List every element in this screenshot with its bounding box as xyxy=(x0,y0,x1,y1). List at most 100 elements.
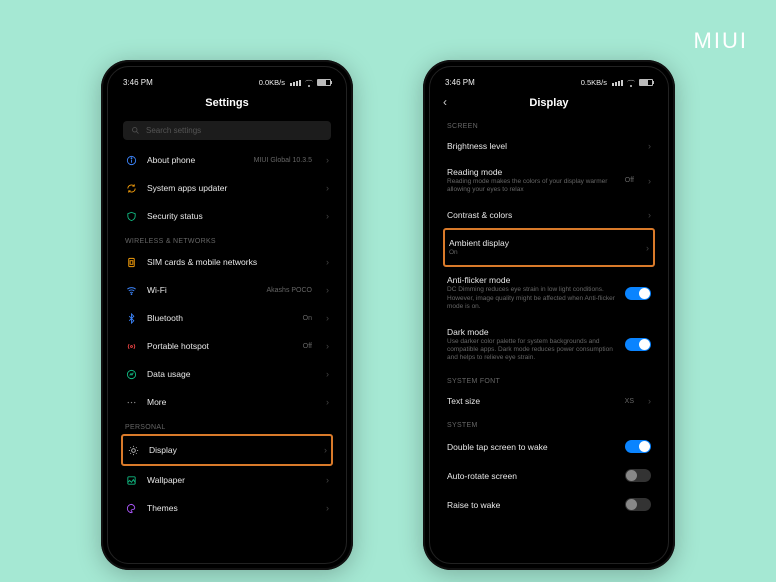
chevron-right-icon: › xyxy=(326,211,329,221)
chevron-right-icon: › xyxy=(648,210,651,220)
row-subtitle: Use darker color palette for system back… xyxy=(447,338,615,362)
palette-icon xyxy=(125,502,137,514)
search-placeholder: Search settings xyxy=(146,126,201,135)
row-subtitle: On xyxy=(449,249,619,257)
wifi-icon xyxy=(305,79,313,87)
row-sim[interactable]: SIM cards & mobile networks › xyxy=(113,248,341,276)
info-icon xyxy=(125,154,137,166)
section-screen: SCREEN xyxy=(435,115,663,133)
signal-icon xyxy=(290,80,301,86)
row-ambient-display[interactable]: Ambient display On › xyxy=(445,230,653,265)
row-label: Data usage xyxy=(147,369,316,379)
bluetooth-icon xyxy=(125,312,137,324)
row-label: Security status xyxy=(147,211,316,221)
shield-icon xyxy=(125,210,137,222)
row-about-phone[interactable]: About phone MIUI Global 10.3.5 › xyxy=(113,146,341,174)
section-wireless: WIRELESS & NETWORKS xyxy=(113,230,341,248)
row-value: MIUI Global 10.3.5 xyxy=(254,157,312,164)
search-icon xyxy=(131,126,140,135)
row-label: Bluetooth xyxy=(147,313,293,323)
row-label: About phone xyxy=(147,155,244,165)
status-bar: 3:46 PM 0.0KB/s xyxy=(113,72,341,91)
row-double-tap[interactable]: Double tap screen to wake xyxy=(435,432,663,461)
row-subtitle: DC Dimming reduces eye strain in low lig… xyxy=(447,286,615,310)
row-auto-rotate[interactable]: Auto-rotate screen xyxy=(435,461,663,490)
toggle-double-tap[interactable] xyxy=(625,440,651,453)
chevron-right-icon: › xyxy=(326,257,329,267)
sim-icon xyxy=(125,256,137,268)
battery-icon xyxy=(317,79,331,86)
page-title: Settings xyxy=(205,97,248,109)
row-label: SIM cards & mobile networks xyxy=(147,257,316,267)
row-value: XS xyxy=(625,398,634,405)
row-display[interactable]: Display › xyxy=(123,436,331,464)
row-contrast[interactable]: Contrast & colors › xyxy=(435,202,663,228)
row-label: Reading mode Reading mode makes the colo… xyxy=(447,167,615,194)
battery-icon xyxy=(639,79,653,86)
section-system: SYSTEM xyxy=(435,414,663,432)
back-button[interactable]: ‹ xyxy=(443,95,447,109)
chevron-right-icon: › xyxy=(326,313,329,323)
toggle-dark-mode[interactable] xyxy=(625,338,651,351)
chevron-right-icon: › xyxy=(326,341,329,351)
wifi-icon xyxy=(125,284,137,296)
row-value: Off xyxy=(625,177,634,184)
row-label: Portable hotspot xyxy=(147,341,293,351)
row-system-updater[interactable]: System apps updater › xyxy=(113,174,341,202)
chevron-right-icon: › xyxy=(326,155,329,165)
row-themes[interactable]: Themes › xyxy=(113,494,341,522)
chevron-right-icon: › xyxy=(648,141,651,151)
chevron-right-icon: › xyxy=(326,369,329,379)
row-text-size[interactable]: Text size XS › xyxy=(435,388,663,414)
signal-icon xyxy=(612,80,623,86)
row-dark-mode[interactable]: Dark mode Use darker color palette for s… xyxy=(435,319,663,370)
row-label: Contrast & colors xyxy=(447,210,638,220)
row-label: Raise to wake xyxy=(447,500,615,510)
data-icon xyxy=(125,368,137,380)
status-net: 0.0KB/s xyxy=(259,78,285,87)
row-raise-to-wake[interactable]: Raise to wake xyxy=(435,490,663,519)
highlight-display: Display › xyxy=(121,434,333,466)
row-bluetooth[interactable]: Bluetooth On › xyxy=(113,304,341,332)
chevron-right-icon: › xyxy=(648,176,651,186)
wifi-icon xyxy=(627,79,635,87)
row-label: Display xyxy=(149,445,314,455)
row-anti-flicker[interactable]: Anti-flicker mode DC Dimming reduces eye… xyxy=(435,267,663,318)
page-title: Display xyxy=(529,97,568,109)
section-personal: PERSONAL xyxy=(113,416,341,434)
hotspot-icon xyxy=(125,340,137,352)
row-brightness[interactable]: Brightness level › xyxy=(435,133,663,159)
section-system-font: SYSTEM FONT xyxy=(435,370,663,388)
row-label: Dark mode Use darker color palette for s… xyxy=(447,327,615,362)
row-hotspot[interactable]: Portable hotspot Off › xyxy=(113,332,341,360)
chevron-right-icon: › xyxy=(326,475,329,485)
toggle-raise-to-wake[interactable] xyxy=(625,498,651,511)
row-label: Brightness level xyxy=(447,141,638,151)
row-label: Wi-Fi xyxy=(147,285,256,295)
row-data-usage[interactable]: Data usage › xyxy=(113,360,341,388)
row-wifi[interactable]: Wi-Fi Akashs POCO › xyxy=(113,276,341,304)
row-label: Anti-flicker mode DC Dimming reduces eye… xyxy=(447,275,615,310)
row-subtitle: Reading mode makes the colors of your di… xyxy=(447,178,615,194)
row-label: Auto-rotate screen xyxy=(447,471,615,481)
search-input[interactable]: Search settings xyxy=(123,121,331,140)
row-value: Akashs POCO xyxy=(266,287,312,294)
sun-icon xyxy=(127,444,139,456)
row-label: More xyxy=(147,397,316,407)
brand-label: MIUI xyxy=(694,28,748,54)
page-title-row: Settings xyxy=(113,91,341,115)
row-label: Text size xyxy=(447,396,615,406)
row-label: System apps updater xyxy=(147,183,316,193)
row-reading-mode[interactable]: Reading mode Reading mode makes the colo… xyxy=(435,159,663,202)
chevron-right-icon: › xyxy=(326,397,329,407)
row-more[interactable]: More › xyxy=(113,388,341,416)
chevron-right-icon: › xyxy=(648,396,651,406)
toggle-anti-flicker[interactable] xyxy=(625,287,651,300)
row-security-status[interactable]: Security status › xyxy=(113,202,341,230)
row-label: Ambient display On xyxy=(449,238,636,257)
refresh-icon xyxy=(125,182,137,194)
toggle-auto-rotate[interactable] xyxy=(625,469,651,482)
row-wallpaper[interactable]: Wallpaper › xyxy=(113,466,341,494)
chevron-right-icon: › xyxy=(326,285,329,295)
row-value: Off xyxy=(303,343,312,350)
